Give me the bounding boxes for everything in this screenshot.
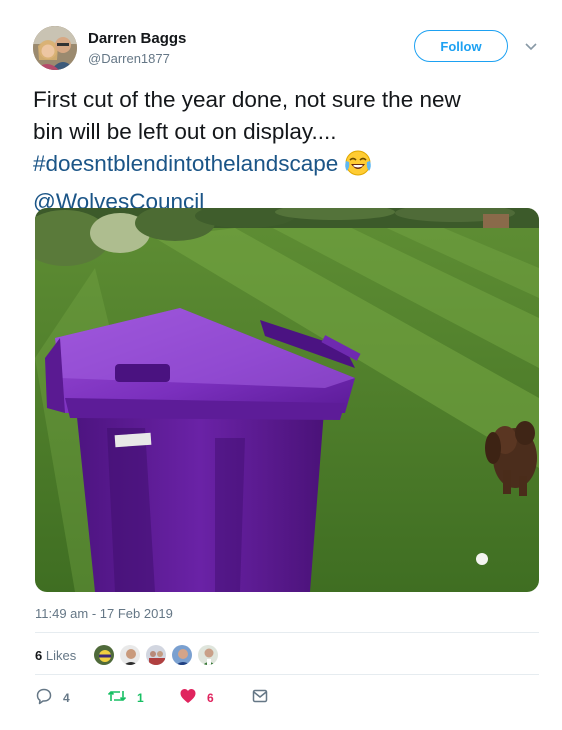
- retweet-icon: [107, 687, 127, 710]
- tweet-timestamp[interactable]: 11:49 am - 17 Feb 2019: [35, 606, 173, 621]
- tweet-text: First cut of the year done, not sure the…: [33, 84, 533, 218]
- hashtag-line: #doesntblendintothelandscape: [33, 148, 533, 186]
- likes-label: Likes: [42, 648, 77, 663]
- liker-avatar[interactable]: [93, 644, 115, 666]
- heart-icon: [179, 687, 197, 710]
- liker-avatar[interactable]: [171, 644, 193, 666]
- reply-icon: [35, 687, 53, 710]
- tweet-card: Darren Baggs @Darren1877 Follow First cu…: [0, 0, 562, 730]
- tweet-text-line: bin will be left out on display....: [33, 119, 337, 144]
- photo-purple-bin-on-lawn: [35, 208, 539, 592]
- follow-button[interactable]: Follow: [414, 30, 508, 62]
- chevron-down-icon[interactable]: [523, 38, 539, 54]
- tweet-text-line: First cut of the year done, not sure the…: [33, 87, 461, 112]
- user-handle[interactable]: @Darren1877: [88, 51, 170, 66]
- avatar[interactable]: [33, 26, 77, 70]
- reply-action[interactable]: 4: [35, 688, 70, 708]
- like-count: 6: [207, 691, 214, 705]
- liker-avatar[interactable]: [119, 644, 141, 666]
- like-action[interactable]: 6: [179, 688, 214, 708]
- likes-count[interactable]: 6 Likes: [35, 648, 76, 663]
- retweet-count: 1: [137, 691, 144, 705]
- envelope-icon: [251, 687, 269, 710]
- direct-message-action[interactable]: [251, 688, 269, 708]
- user-name[interactable]: Darren Baggs: [88, 30, 186, 47]
- tweet-header: Darren Baggs @Darren1877 Follow: [33, 26, 543, 72]
- tweet-photo[interactable]: [35, 208, 539, 592]
- face-with-tears-of-joy-icon: [344, 149, 372, 186]
- retweet-action[interactable]: 1: [107, 688, 144, 708]
- divider: [35, 674, 539, 675]
- liker-avatar[interactable]: [197, 644, 219, 666]
- liker-avatar[interactable]: [145, 644, 167, 666]
- likes-summary: 6 Likes: [35, 640, 539, 670]
- reply-count: 4: [63, 691, 70, 705]
- tweet-actions: 4 1 6: [35, 688, 539, 708]
- divider: [35, 632, 539, 633]
- hashtag-link[interactable]: #doesntblendintothelandscape: [33, 151, 338, 176]
